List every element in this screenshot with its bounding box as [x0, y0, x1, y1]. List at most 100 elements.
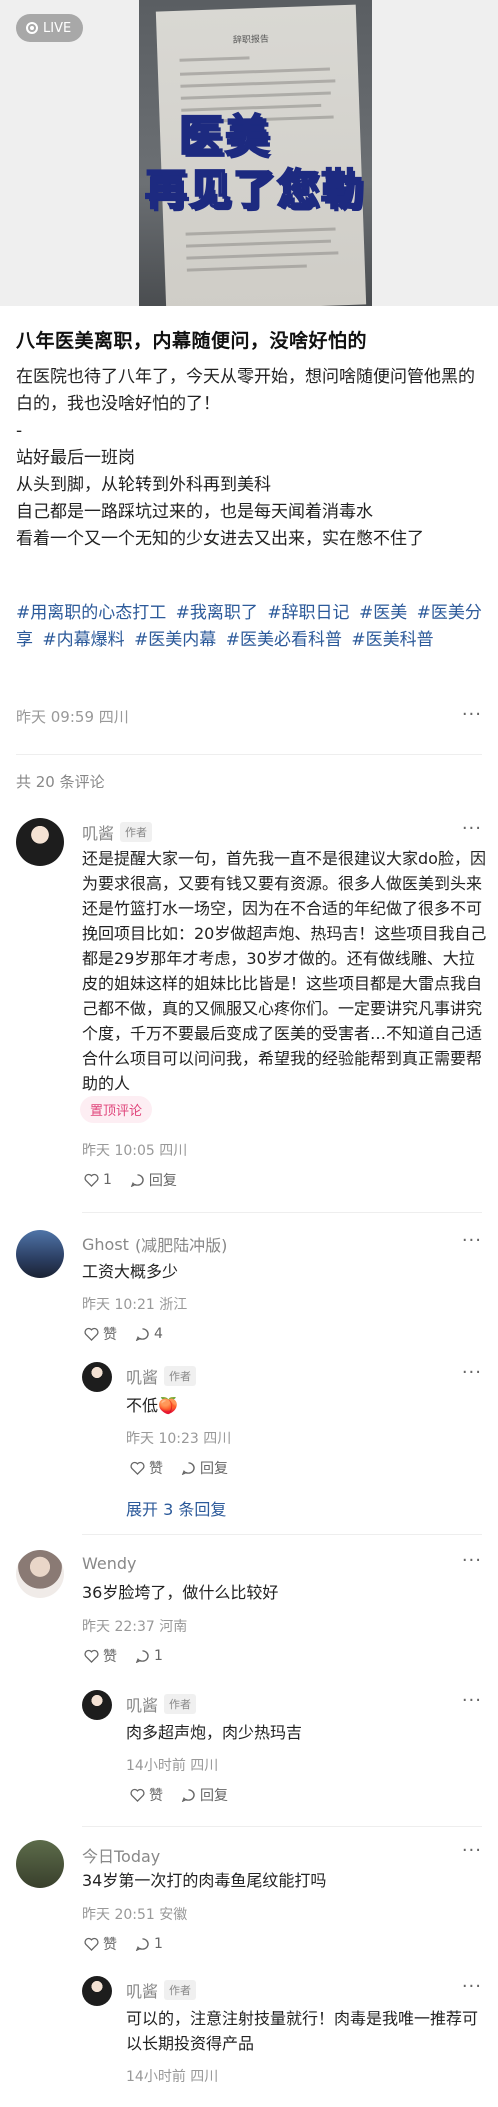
comment-author[interactable]: 今日Today: [82, 1843, 160, 1867]
comment-actions: 赞 1: [84, 1934, 163, 1954]
author-badge: 作者: [164, 1366, 197, 1386]
like-button[interactable]: 赞: [84, 1324, 117, 1344]
reply-count: 4: [154, 1326, 163, 1342]
tag-link[interactable]: #我离职了: [176, 603, 258, 623]
reply-more-icon[interactable]: ···: [462, 1690, 482, 1711]
comment-bubble-icon: [130, 1174, 144, 1187]
image-overlay-line2: 再见了您勒: [144, 164, 366, 215]
live-badge[interactable]: LIVE: [16, 14, 84, 42]
reply-button[interactable]: 回复: [181, 1785, 228, 1805]
avatar[interactable]: [16, 1840, 64, 1888]
avatar[interactable]: [82, 1362, 112, 1392]
tag-link[interactable]: #辞职日记: [267, 603, 349, 623]
like-label: 赞: [149, 1461, 163, 1477]
like-count: 1: [103, 1172, 112, 1188]
reply-count: 1: [154, 1648, 163, 1664]
like-button[interactable]: 1: [84, 1172, 112, 1188]
reply-actions: 赞 回复: [130, 1458, 228, 1478]
like-button[interactable]: 赞: [130, 1785, 163, 1805]
post-image-carousel[interactable]: LIVE 辞职报告 医美 再见了您勒: [0, 0, 498, 306]
avatar[interactable]: [82, 1976, 112, 2006]
comment-more-icon[interactable]: ···: [462, 1550, 482, 1571]
author-name: Wendy: [82, 1554, 137, 1573]
like-label: 赞: [103, 1649, 117, 1665]
reply-time: 14小时前 四川: [126, 1758, 219, 1774]
comment-more-icon[interactable]: ···: [462, 818, 482, 839]
author-badge: 作者: [120, 822, 153, 842]
divider: [82, 1534, 482, 1535]
like-label: 赞: [103, 1937, 117, 1953]
like-button[interactable]: 赞: [84, 1646, 117, 1666]
tag-link[interactable]: #内幕爆料: [42, 630, 124, 650]
reply-more-icon[interactable]: ···: [462, 1362, 482, 1383]
tag-link[interactable]: #用离职的心态打工: [16, 603, 166, 623]
like-button[interactable]: 赞: [130, 1458, 163, 1478]
reply-author[interactable]: 叽酱 作者: [126, 1692, 197, 1716]
live-photo-icon: [26, 22, 38, 34]
author-name: 叽酱: [126, 1982, 159, 2001]
heart-icon: [130, 1461, 145, 1475]
post-more-icon[interactable]: ···: [462, 704, 482, 725]
tag-link[interactable]: #医美内幕: [134, 630, 216, 650]
reply-label: 回复: [148, 1173, 177, 1189]
post-photo: 辞职报告 医美 再见了您勒: [139, 0, 372, 306]
heart-icon: [84, 1173, 99, 1187]
comment-time: 昨天 10:05 四川: [82, 1143, 188, 1159]
comment-author[interactable]: Ghost (减肥陆冲版): [82, 1232, 227, 1256]
author-name: 叽酱: [126, 1368, 159, 1387]
post-title: 八年医美离职，内幕随便问，没啥好怕的: [16, 330, 368, 352]
reply-actions: 赞 回复: [130, 1785, 228, 1805]
live-label: LIVE: [43, 20, 72, 36]
comment-more-icon[interactable]: ···: [462, 1840, 482, 1861]
post-tags: #用离职的心态打工 #我离职了 #辞职日记 #医美 #医美分享 #内幕爆料 #医…: [16, 600, 492, 654]
comment-actions: 赞 4: [84, 1324, 163, 1344]
tag-link[interactable]: #医美必看科普: [226, 630, 342, 650]
comment-time: 昨天 20:51 安徽: [82, 1907, 188, 1923]
comment-author[interactable]: 叽酱 作者: [82, 820, 153, 844]
comment-text: 还是提醒大家一句，首先我一直不是很建议大家do脸，因为要求很高，又要有钱又要有资…: [82, 849, 487, 1093]
reply-text: 可以的，注意注射技量就行！肉毒是我唯一推荐可以长期投资得产品: [126, 2009, 479, 2053]
author-badge: 作者: [164, 1694, 197, 1714]
author-name: 今日Today: [82, 1847, 161, 1866]
like-label: 赞: [149, 1788, 163, 1804]
post-body: 在医院也待了八年了，今天从零开始，想问啥随便问管他黑的白的，我也没啥好怕的了！ …: [16, 367, 475, 549]
tag-link[interactable]: #医美: [359, 603, 407, 623]
like-button[interactable]: 赞: [84, 1934, 117, 1954]
comment-bubble-icon: [135, 1938, 149, 1951]
paper-title: 辞职报告: [232, 34, 270, 46]
comment-bubble-icon: [135, 1650, 149, 1663]
comment-count: 共 20 条评论: [16, 773, 105, 791]
comment-author[interactable]: Wendy: [82, 1554, 137, 1573]
avatar[interactable]: [16, 818, 64, 866]
reply-label: 回复: [200, 1461, 228, 1477]
comment-actions: 1 回复: [84, 1170, 177, 1190]
pinned-badge: 置顶评论: [80, 1096, 153, 1123]
reply-author[interactable]: 叽酱 作者: [126, 1978, 197, 2002]
divider: [82, 1826, 482, 1827]
reply-text: 肉多超声炮，肉少热玛吉: [126, 1723, 303, 1742]
heart-icon: [84, 1649, 99, 1663]
reply-button[interactable]: 1: [135, 1936, 163, 1952]
reply-button[interactable]: 回复: [181, 1458, 228, 1478]
comment-text: 工资大概多少: [82, 1262, 179, 1281]
reply-count: 1: [154, 1936, 163, 1952]
reply-button[interactable]: 回复: [130, 1170, 177, 1190]
post-timestamp: 昨天 09:59 四川: [16, 708, 129, 726]
reply-button[interactable]: 1: [135, 1648, 163, 1664]
tag-link[interactable]: #医美科普: [351, 630, 433, 650]
avatar[interactable]: [16, 1230, 64, 1278]
reply-time: 14小时前 四川: [126, 2069, 219, 2085]
reply-more-icon[interactable]: ···: [462, 1976, 482, 1997]
heart-icon: [84, 1327, 99, 1341]
heart-icon: [130, 1788, 145, 1802]
author-name: 叽酱: [126, 1696, 159, 1715]
reply-button[interactable]: 4: [135, 1326, 163, 1342]
reply-label: 回复: [200, 1788, 228, 1804]
expand-replies-link[interactable]: 展开 3 条回复: [126, 1496, 226, 1520]
comment-more-icon[interactable]: ···: [462, 1230, 482, 1251]
comment-bubble-icon: [181, 1462, 195, 1475]
avatar[interactable]: [16, 1550, 64, 1598]
like-label: 赞: [103, 1327, 117, 1343]
reply-author[interactable]: 叽酱 作者: [126, 1364, 197, 1388]
avatar[interactable]: [82, 1690, 112, 1720]
